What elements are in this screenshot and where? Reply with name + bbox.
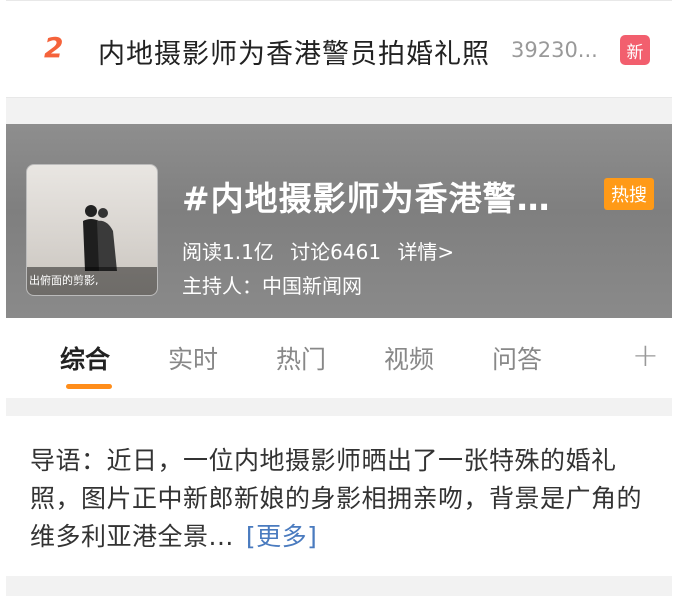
new-badge: 新 [620,35,650,65]
tab-realtime[interactable]: 实时 [168,340,218,376]
tab-bar: 综合 实时 热门 视频 问答 + [6,318,672,398]
intro-paragraph: 导语：近日，一位内地摄影师晒出了一张特殊的婚礼照，图片正中新郎新娘的身影相拥亲吻… [30,442,648,556]
topic-host: 主持人：中国新闻网 [182,274,362,298]
tab-qa[interactable]: 问答 [492,340,542,376]
discussion-count: 讨论6461 [290,240,382,264]
more-link[interactable]: [更多] [246,522,318,551]
tab-popular[interactable]: 热门 [276,340,326,376]
topic-stats: 阅读1.1亿 讨论6461 详情> [182,236,464,265]
intro-text: 导语：近日，一位内地摄影师晒出了一张特殊的婚礼照，图片正中新郎新娘的身影相拥亲吻… [30,446,643,551]
hot-search-item[interactable]: 2 内地摄影师为香港警员拍婚礼照 39230... 新 [6,0,672,98]
thumbnail-caption: 出俯面的剪影, [27,267,157,295]
add-tab-plus-icon[interactable]: + [632,336,659,374]
section-divider [6,576,672,596]
active-tab-indicator [66,384,112,389]
tab-video[interactable]: 视频 [384,340,434,376]
hot-search-count: 39230... [511,38,598,62]
topic-intro: 导语：近日，一位内地摄影师晒出了一张特殊的婚礼照，图片正中新郎新娘的身影相拥亲吻… [6,416,672,576]
hot-tag-badge: 热搜 [604,178,654,210]
tab-comprehensive[interactable]: 综合 [60,340,110,376]
section-divider [6,98,672,124]
couple-silhouette-image [83,205,117,271]
details-link[interactable]: 详情> [397,240,454,264]
rank-number: 2 [44,31,64,64]
topic-banner: 出俯面的剪影, #内地摄影师为香港警… 热搜 阅读1.1亿 讨论6461 详情>… [6,124,672,318]
read-count: 阅读1.1亿 [182,240,274,264]
section-divider [6,398,672,416]
topic-title: #内地摄影师为香港警… [182,179,551,218]
hot-search-title[interactable]: 内地摄影师为香港警员拍婚礼照 [98,32,490,71]
topic-thumbnail[interactable]: 出俯面的剪影, [26,164,158,296]
